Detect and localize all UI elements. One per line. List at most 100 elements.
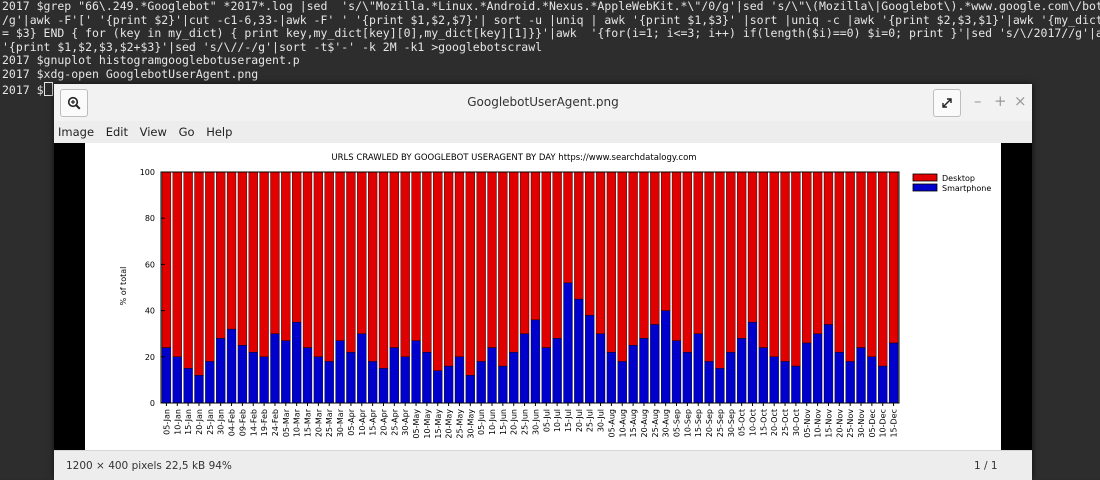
bar-smartphone xyxy=(595,333,606,404)
image-canvas[interactable]: URLS CRAWLED BY GOOGLEBOT USERAGENT BY D… xyxy=(54,143,1032,450)
x-tick-label: 15-Jun xyxy=(499,409,508,435)
bar-desktop xyxy=(367,171,378,362)
x-tick-label: 30-Jul xyxy=(597,409,606,432)
bar-smartphone xyxy=(443,365,454,404)
bar-smartphone xyxy=(194,375,204,404)
bar-desktop xyxy=(736,171,747,339)
bar-desktop xyxy=(519,171,530,334)
menu-image[interactable]: Image xyxy=(54,121,98,139)
bar-desktop xyxy=(823,171,834,325)
title-bar[interactable]: GooglebotUserAgent.png – + × xyxy=(54,84,1032,121)
x-tick-label: 20-Jan xyxy=(195,409,204,435)
close-button[interactable]: × xyxy=(1014,92,1027,110)
bar-smartphone xyxy=(237,345,248,404)
bar-desktop xyxy=(498,171,508,367)
bar-smartphone xyxy=(682,351,693,404)
terminal-line: /g'|awk -F'[' '{print $2}'|cut -c1-6,33-… xyxy=(2,13,1100,27)
x-tick-label: 30-Oct xyxy=(792,409,801,436)
bar-smartphone xyxy=(509,351,519,404)
bar-smartphone xyxy=(856,347,866,404)
x-tick-label: 25-Nov xyxy=(846,409,855,438)
bar-desktop xyxy=(270,171,280,334)
x-tick-label: 15-Dec xyxy=(890,409,899,438)
bar-smartphone xyxy=(758,347,768,404)
x-tick-label: 15-Nov xyxy=(824,409,833,438)
x-tick-label: 10-Dec xyxy=(879,409,888,438)
bar-desktop xyxy=(661,171,671,311)
bar-desktop xyxy=(346,171,356,353)
image-viewer-window: GooglebotUserAgent.png – + × Image Edit … xyxy=(54,84,1032,480)
bar-smartphone xyxy=(888,342,899,404)
menu-help[interactable]: Help xyxy=(202,121,236,139)
bar-smartphone xyxy=(769,356,779,404)
minimize-button[interactable]: – xyxy=(974,92,982,110)
x-tick-label: 10-Nov xyxy=(814,409,823,438)
bar-smartphone xyxy=(791,365,801,404)
bar-smartphone xyxy=(313,356,324,404)
x-tick-label: 05-Dec xyxy=(868,409,877,438)
bar-smartphone xyxy=(357,333,367,404)
bar-smartphone xyxy=(867,356,877,404)
x-tick-label: 04-Feb xyxy=(228,409,237,436)
x-tick-label: 09-Feb xyxy=(238,409,247,436)
legend-label-smartphone: Smartphone xyxy=(942,184,991,193)
bar-desktop xyxy=(552,171,562,339)
y-tick-label: 0 xyxy=(150,399,155,408)
x-tick-label: 20-Oct xyxy=(770,409,779,436)
x-tick-label: 25-May xyxy=(455,409,464,439)
bar-desktop xyxy=(357,171,367,334)
x-tick-label: 30-Sep xyxy=(727,409,736,437)
x-tick-label: 20-Jun xyxy=(510,409,519,435)
x-tick-label: 05-Nov xyxy=(803,409,812,438)
bar-smartphone xyxy=(530,319,541,404)
x-tick-label: 30-Jan xyxy=(217,409,226,435)
bar-desktop xyxy=(758,171,768,348)
x-tick-label: 30-Aug xyxy=(662,409,671,438)
bar-smartphone xyxy=(302,347,313,404)
menu-view[interactable]: View xyxy=(136,121,171,139)
bar-desktop xyxy=(888,171,899,344)
bar-desktop xyxy=(476,171,486,362)
bar-smartphone xyxy=(845,361,855,404)
bar-desktop xyxy=(617,171,627,362)
bar-desktop xyxy=(422,171,432,353)
bar-desktop xyxy=(834,171,844,353)
terminal-line: 2017 $xdg-open GooglebotUserAgent.png xyxy=(2,67,259,81)
bar-desktop xyxy=(563,171,573,284)
x-tick-label: 20-May xyxy=(445,409,454,439)
image-info: 1200 × 400 pixels 22,5 kB 94% xyxy=(66,460,232,472)
bar-desktop xyxy=(226,171,237,330)
terminal-line: 2017 $gnuplot histogramgooglebotuseragen… xyxy=(2,54,300,68)
bar-smartphone xyxy=(411,340,421,404)
x-tick-label: 10-Apr xyxy=(358,408,367,435)
bar-desktop xyxy=(595,171,606,334)
x-tick-label: 10-Jul xyxy=(553,409,562,432)
bar-smartphone xyxy=(823,324,834,404)
bar-smartphone xyxy=(454,356,465,404)
bar-desktop xyxy=(671,171,682,341)
bar-desktop xyxy=(443,171,454,367)
bar-smartphone xyxy=(693,333,703,404)
bar-desktop xyxy=(585,171,595,316)
bar-desktop xyxy=(715,171,725,369)
bar-desktop xyxy=(606,171,617,353)
page-counter: 1 / 1 xyxy=(974,460,998,472)
bar-smartphone xyxy=(747,321,758,404)
x-tick-label: 25-Jul xyxy=(586,409,595,432)
menu-edit[interactable]: Edit xyxy=(102,121,132,139)
bar-smartphone xyxy=(259,356,269,404)
x-tick-label: 05-Aug xyxy=(607,409,616,438)
bar-desktop xyxy=(335,171,345,341)
fullscreen-button[interactable] xyxy=(933,89,961,117)
bar-desktop xyxy=(237,171,248,346)
x-tick-label: 30-May xyxy=(466,409,475,439)
menu-go[interactable]: Go xyxy=(175,121,199,139)
x-tick-label: 20-Nov xyxy=(835,409,844,438)
x-tick-label: 10-Oct xyxy=(748,409,757,436)
maximize-button[interactable]: + xyxy=(994,92,1007,110)
bar-desktop xyxy=(172,171,182,358)
chart: URLS CRAWLED BY GOOGLEBOT USERAGENT BY D… xyxy=(119,153,991,439)
x-tick-label: 25-Apr xyxy=(390,408,399,435)
bar-desktop xyxy=(726,171,736,353)
bar-smartphone xyxy=(183,368,193,404)
